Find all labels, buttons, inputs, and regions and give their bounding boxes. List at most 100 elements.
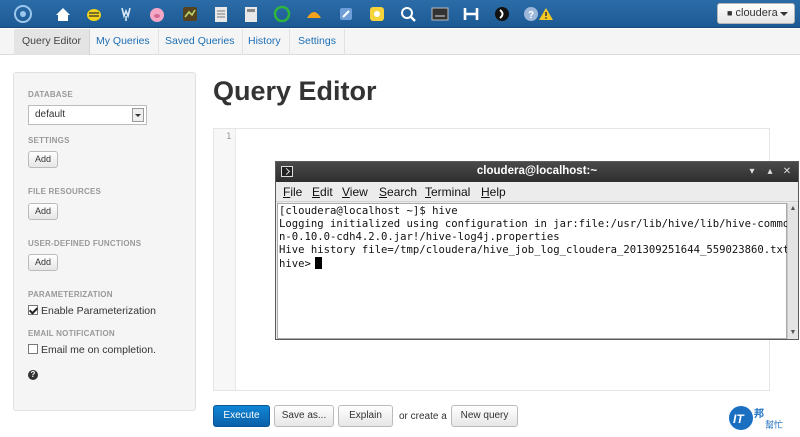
warning-icon-glyph bbox=[539, 8, 553, 20]
tab-query-editor[interactable]: Query Editor bbox=[14, 29, 90, 55]
menu-file[interactable]: File bbox=[283, 185, 302, 199]
terminal-prompt-line: hive> bbox=[279, 257, 322, 270]
tab-history[interactable]: History bbox=[240, 29, 290, 55]
tab-saved-queries[interactable]: Saved Queries bbox=[157, 29, 244, 55]
minimize-icon[interactable]: ▾ bbox=[746, 166, 758, 178]
svg-text:邦: 邦 bbox=[754, 407, 764, 420]
email-on-completion-text: Email me on completion. bbox=[41, 344, 156, 356]
email-on-completion-option[interactable]: Email me on completion. bbox=[28, 344, 156, 357]
terminal-line: Logging initialized using configuration … bbox=[279, 218, 790, 230]
terminal-titlebar[interactable]: cloudera@localhost:~ ▾ ▴ ✕ bbox=[276, 162, 798, 182]
line-number: 1 bbox=[226, 132, 232, 142]
job-designer-icon[interactable] bbox=[180, 4, 200, 24]
hbase-icon-glyph bbox=[307, 12, 321, 18]
terminal-menubar: File Edit View Search Terminal Help bbox=[276, 183, 798, 202]
job-designer-icon-glyph bbox=[183, 7, 197, 21]
job-browser-icon-glyph bbox=[431, 7, 449, 21]
terminal-scrollbar[interactable]: ▲ ▼ bbox=[787, 203, 798, 339]
terminal-title: cloudera@localhost:~ bbox=[476, 165, 598, 177]
pig-icon[interactable] bbox=[147, 4, 167, 24]
terminal-prompt: hive> bbox=[279, 258, 311, 270]
explain-button[interactable]: Explain bbox=[338, 405, 393, 427]
menu-terminal[interactable]: Terminal bbox=[425, 185, 470, 199]
database-select-value: default bbox=[35, 109, 66, 120]
sub-navigation: Query Editor My Queries Saved Queries Hi… bbox=[0, 29, 800, 55]
query-sidebar: DATABASE default SETTINGS Add FILE RESOU… bbox=[13, 72, 196, 411]
close-icon[interactable]: ✕ bbox=[781, 166, 793, 178]
ithome-watermark-logo: IT 邦 幫忙 bbox=[729, 406, 783, 431]
maximize-icon[interactable]: ▴ bbox=[764, 166, 776, 178]
settings-label: SETTINGS bbox=[28, 136, 70, 145]
menu-search[interactable]: Search bbox=[379, 185, 417, 199]
question-circle-icon[interactable]: ? bbox=[28, 370, 38, 380]
scroll-down-icon[interactable]: ▼ bbox=[789, 328, 797, 338]
enable-parameterization-option[interactable]: Enable Parameterization bbox=[28, 305, 156, 318]
zookeeper-icon-glyph bbox=[340, 8, 352, 20]
svg-text:幫忙: 幫忙 bbox=[765, 419, 783, 431]
tab-my-queries[interactable]: My Queries bbox=[88, 29, 159, 55]
oozie-icon-glyph bbox=[273, 5, 291, 23]
menu-help[interactable]: Help bbox=[481, 185, 506, 199]
terminal-line: [cloudera@localhost ~]$ hive bbox=[279, 205, 458, 217]
hue-logo-icon-glyph bbox=[14, 5, 32, 23]
home-icon[interactable] bbox=[53, 4, 73, 24]
file-browser-icon-glyph bbox=[215, 7, 227, 22]
top-app-bar: ? ■ cloudera bbox=[0, 0, 800, 28]
warning-icon[interactable] bbox=[536, 4, 556, 24]
enable-parameterization-checkbox[interactable] bbox=[28, 305, 38, 315]
file-browser-icon[interactable] bbox=[211, 4, 231, 24]
impala-icon[interactable] bbox=[116, 4, 136, 24]
beeswax-hive-icon[interactable] bbox=[84, 4, 104, 24]
add-setting-button[interactable]: Add bbox=[28, 151, 58, 168]
scroll-up-icon[interactable]: ▲ bbox=[789, 204, 797, 214]
sqoop-dark-icon-glyph bbox=[495, 7, 509, 21]
hdfs-icon-glyph bbox=[463, 8, 479, 20]
home-icon-glyph bbox=[56, 8, 70, 21]
terminal-window[interactable]: cloudera@localhost:~ ▾ ▴ ✕ File Edit Vie… bbox=[275, 161, 799, 340]
user-name: cloudera bbox=[735, 7, 778, 19]
search-icon-glyph bbox=[401, 7, 416, 22]
sqoop-dark-icon[interactable] bbox=[492, 4, 512, 24]
chevron-down-icon bbox=[780, 12, 788, 16]
impala-icon-glyph bbox=[121, 7, 131, 21]
database-label: DATABASE bbox=[28, 90, 73, 99]
user-menu-button[interactable]: ■ cloudera bbox=[717, 3, 795, 24]
line-number-gutter: 1 bbox=[214, 129, 236, 390]
tab-settings[interactable]: Settings bbox=[290, 29, 345, 55]
menu-view[interactable]: View bbox=[342, 185, 368, 199]
user-icon: ■ bbox=[727, 8, 733, 18]
new-query-button[interactable]: New query bbox=[451, 405, 518, 427]
svg-text:?: ? bbox=[528, 10, 534, 21]
hbase-icon[interactable] bbox=[304, 4, 324, 24]
terminal-cursor bbox=[314, 257, 322, 269]
beeswax-hive-icon-glyph bbox=[87, 9, 101, 21]
parameterization-label: PARAMETERIZATION bbox=[28, 290, 113, 299]
pig-icon-glyph bbox=[150, 8, 164, 22]
svg-text:IT: IT bbox=[733, 412, 745, 426]
add-udf-button[interactable]: Add bbox=[28, 254, 58, 271]
job-browser-icon[interactable] bbox=[430, 4, 450, 24]
file-resources-label: FILE RESOURCES bbox=[28, 187, 102, 196]
sqoop-icon-glyph bbox=[370, 7, 384, 21]
email-on-completion-checkbox[interactable] bbox=[28, 344, 38, 354]
add-file-resource-button[interactable]: Add bbox=[28, 203, 58, 220]
sqoop-icon[interactable] bbox=[367, 4, 387, 24]
terminal-line: Hive history file=/tmp/cloudera/hive_job… bbox=[279, 244, 790, 256]
database-select[interactable]: default bbox=[28, 105, 147, 125]
metastore-icon-glyph bbox=[245, 7, 257, 22]
metastore-icon[interactable] bbox=[241, 4, 261, 24]
or-create-text: or create a bbox=[399, 411, 447, 422]
terminal-output[interactable]: [cloudera@localhost ~]$ hive Logging ini… bbox=[277, 203, 790, 339]
save-as-button[interactable]: Save as... bbox=[274, 405, 334, 427]
menu-edit[interactable]: Edit bbox=[312, 185, 333, 199]
search-icon[interactable] bbox=[398, 4, 418, 24]
chevron-down-icon bbox=[132, 108, 144, 122]
zookeeper-icon[interactable] bbox=[336, 4, 356, 24]
email-notification-label: EMAIL NOTIFICATION bbox=[28, 329, 115, 338]
terminal-line: n-0.10.0-cdh4.2.0.jar!/hive-log4j.proper… bbox=[279, 231, 560, 243]
page-title: Query Editor bbox=[213, 76, 377, 106]
hue-logo-icon[interactable] bbox=[13, 4, 33, 24]
hdfs-icon[interactable] bbox=[461, 4, 481, 24]
oozie-icon[interactable] bbox=[272, 4, 292, 24]
execute-button[interactable]: Execute bbox=[213, 405, 270, 427]
